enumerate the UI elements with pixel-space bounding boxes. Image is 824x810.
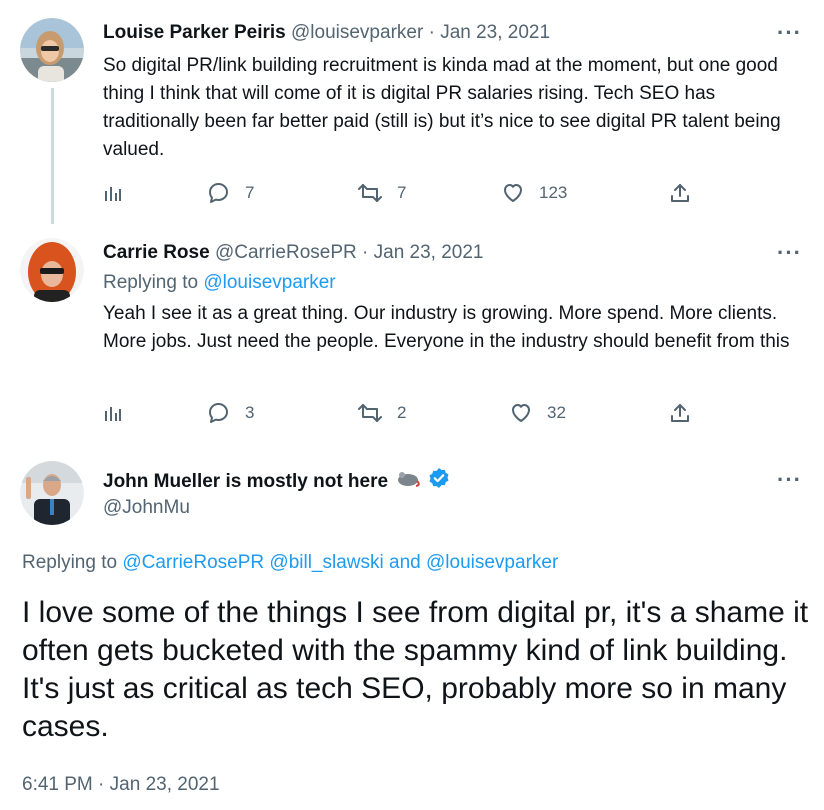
tweet-actions: 7 7 123 [103,178,703,208]
replying-to-mention[interactable]: @CarrieRosePR [122,552,264,573]
replying-to-prefix: Replying to [103,272,199,293]
analytics-icon [103,183,123,203]
replying-to-prefix: Replying to [22,552,118,573]
replying-to-line: Replying to @CarrieRosePR @bill_slawski … [22,552,558,574]
tweet-header: John Mueller is mostly not here [103,467,450,496]
avatar-louise[interactable] [20,18,84,82]
avatar-carrie[interactable] [20,238,84,302]
like-count: 123 [539,183,568,202]
retweet-icon [357,401,383,425]
tweet-date[interactable]: Jan 23, 2021 [374,242,484,263]
tweet-timestamp[interactable]: 6:41 PM · Jan 23, 2021 [22,774,220,796]
more-options-button[interactable]: ··· [777,242,802,264]
retweet-icon [357,181,383,205]
author-handle[interactable]: @CarrieRosePR [215,242,357,263]
more-options-button[interactable]: ··· [777,469,802,491]
replying-to-and[interactable]: and [389,552,421,573]
share-icon [669,402,691,424]
retweet-count: 2 [397,403,407,422]
reply-count: 3 [245,403,255,422]
share-button[interactable] [669,178,691,208]
reply-button[interactable]: 3 [207,398,254,428]
author-name[interactable]: John Mueller is mostly not here [103,470,388,494]
like-count: 32 [547,403,566,422]
analytics-button[interactable] [103,178,123,208]
tweet-text: So digital PR/link building recruitment … [103,55,781,160]
timestamp-separator: · [98,774,105,795]
reply-icon [207,181,231,205]
mouse-emoji-icon [396,469,422,494]
replying-to-mention[interactable]: @louisevparker [426,552,558,573]
retweet-button[interactable]: 7 [357,178,406,208]
tweet-actions: 3 2 32 [103,398,703,428]
retweet-count: 7 [397,183,407,202]
heart-icon [509,401,533,425]
tweet-header: Louise Parker Peiris @louisevparker · Ja… [103,21,550,45]
analytics-button[interactable] [103,398,123,428]
tweet-date[interactable]: Jan 23, 2021 [110,774,220,795]
author-name[interactable]: Louise Parker Peiris [103,22,286,43]
reply-button[interactable]: 7 [207,178,254,208]
main-tweet-text: I love some of the things I see from dig… [22,596,809,743]
author-name[interactable]: Carrie Rose [103,242,210,263]
verified-badge-icon [428,467,450,496]
header-separator: · [362,242,369,263]
share-icon [669,182,691,204]
thread-connector-line [51,88,54,224]
author-handle[interactable]: @louisevparker [291,22,423,43]
tweet-date[interactable]: Jan 23, 2021 [440,22,550,43]
reply-icon [207,401,231,425]
author-handle[interactable]: @JohnMu [103,496,190,520]
header-separator: · [428,22,435,43]
more-options-button[interactable]: ··· [777,22,802,44]
avatar-john[interactable] [20,461,84,525]
retweet-button[interactable]: 2 [357,398,406,428]
replying-to-mention[interactable]: @bill_slawski [269,552,383,573]
replying-to-line: Replying to @louisevparker [103,271,336,295]
analytics-icon [103,403,123,423]
like-button[interactable]: 32 [509,398,566,428]
replying-to-mention[interactable]: @louisevparker [203,272,335,293]
tweet-time[interactable]: 6:41 PM [22,774,93,795]
like-button[interactable]: 123 [501,178,567,208]
share-button[interactable] [669,398,691,428]
tweet-text: Yeah I see it as a great thing. Our indu… [103,303,790,352]
tweet-header: Carrie Rose @CarrieRosePR · Jan 23, 2021 [103,241,484,265]
reply-count: 7 [245,183,255,202]
heart-icon [501,181,525,205]
